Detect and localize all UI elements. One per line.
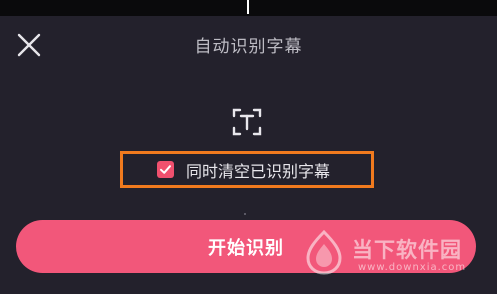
option-label: 同时清空已识别字幕	[186, 161, 331, 181]
text-recognition-icon	[231, 106, 263, 138]
start-recognition-label: 开始识别	[208, 237, 284, 259]
subtitle-recognition-screen: 自动识别字幕 同时清空已识别字幕 开始识别 当下软件园 www.downxia.…	[0, 0, 497, 294]
clear-subtitles-checkbox[interactable]	[157, 161, 174, 178]
checkmark-icon	[160, 165, 171, 174]
start-recognition-button[interactable]: 开始识别	[16, 220, 476, 273]
playhead-line[interactable]	[247, 0, 249, 14]
divider-dot	[244, 213, 246, 215]
clear-recognized-subtitles-option[interactable]: 同时清空已识别字幕	[120, 151, 374, 188]
page-title: 自动识别字幕	[194, 37, 303, 57]
timeline-strip	[0, 0, 497, 16]
